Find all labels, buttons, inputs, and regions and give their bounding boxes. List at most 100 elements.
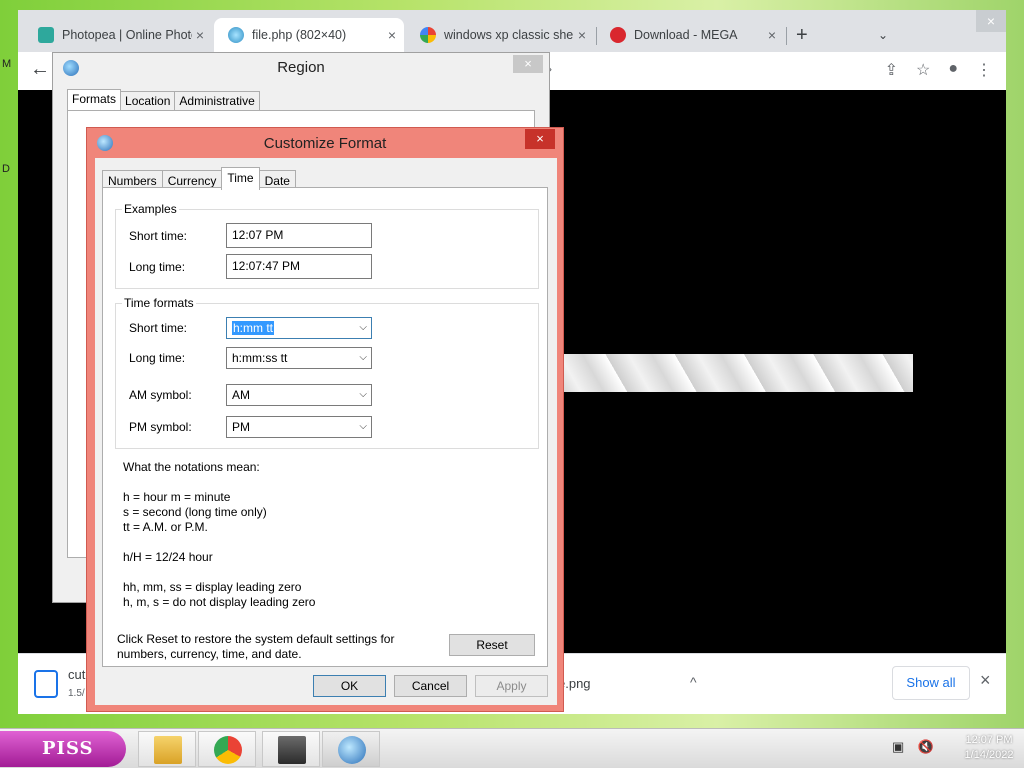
globe-icon [228, 27, 244, 43]
notation-line: h = hour m = minute [123, 490, 231, 504]
new-tab-button[interactable]: + [796, 24, 808, 47]
chevron-up-icon[interactable]: ^ [690, 674, 697, 690]
profile-icon[interactable]: ● [948, 60, 958, 80]
group-title: Time formats [122, 296, 196, 310]
combo-value: h:mm:ss tt [232, 351, 288, 365]
globe-clock-icon [63, 60, 79, 76]
close-icon[interactable]: × [578, 18, 586, 52]
reset-description: Click Reset to restore the system defaul… [117, 632, 395, 661]
close-button[interactable]: × [513, 55, 543, 73]
chevron-down-icon[interactable]: ⌵ [359, 417, 367, 437]
tab-label: windows xp classic shell [444, 28, 574, 42]
pm-symbol-select[interactable]: PM ⌵ [226, 416, 372, 438]
dialog-title: Customize Format [263, 135, 387, 152]
examples-group: Examples Short time: 12:07 PM Long time:… [115, 202, 539, 289]
tab-location[interactable]: Location [120, 91, 176, 112]
notation-line: hh, mm, ss = display leading zero [123, 580, 302, 594]
share-icon[interactable]: ⇪ [885, 60, 898, 80]
tab-label: file.php (802×40) [252, 28, 347, 42]
pm-symbol-label: PM symbol: [129, 420, 192, 434]
toolbar-icons: ⇪ ☆ ● ⋮ [885, 60, 992, 80]
photopea-icon [38, 27, 54, 43]
close-icon[interactable]: × [980, 670, 991, 691]
tab-photopea[interactable]: Photopea | Online Photo × [24, 18, 212, 52]
tab-mega[interactable]: Download - MEGA × [596, 18, 784, 52]
tab-administrative[interactable]: Administrative [174, 91, 260, 112]
desktop-icon-label: M [2, 58, 12, 70]
am-symbol-select[interactable]: AM ⌵ [226, 384, 372, 406]
computer-network-icon [278, 736, 306, 764]
globe-clock-icon [338, 736, 366, 764]
combo-value: AM [232, 388, 250, 402]
volume-muted-icon[interactable]: 🔇 [918, 739, 934, 754]
am-symbol-label: AM symbol: [129, 388, 192, 402]
network-icon[interactable]: ▣ [892, 739, 904, 754]
chevron-down-icon[interactable]: ⌵ [359, 318, 367, 338]
notation-line: tt = A.M. or P.M. [123, 520, 208, 534]
long-time-format-select[interactable]: h:mm:ss tt ⌵ [226, 347, 372, 369]
clock-time: 12:07 PM [965, 734, 1013, 746]
start-button[interactable]: PISS [0, 731, 126, 767]
combo-value: PM [232, 420, 250, 434]
tab-separator [786, 27, 787, 45]
bookmark-star-icon[interactable]: ☆ [916, 60, 930, 80]
combo-value: h:mm tt [232, 321, 275, 335]
taskbar-network[interactable] [262, 731, 320, 767]
menu-icon[interactable]: ⋮ [976, 60, 992, 80]
start-label: PISS [42, 738, 94, 759]
apply-button: Apply [475, 675, 548, 697]
group-title: Examples [122, 202, 179, 216]
tab-time[interactable]: Time [221, 167, 260, 190]
dialog-client: Numbers Currency Time Date Examples Shor… [95, 158, 557, 705]
folder-icon [154, 736, 182, 764]
time-tab-panel: Examples Short time: 12:07 PM Long time:… [102, 187, 548, 667]
close-icon[interactable]: × [388, 18, 396, 52]
customize-format-dialog: Customize Format × Numbers Currency Time… [86, 127, 564, 712]
mega-icon [610, 27, 626, 43]
chrome-icon [214, 736, 242, 764]
notations-heading: What the notations mean: [123, 460, 260, 474]
close-icon[interactable]: × [196, 18, 204, 52]
back-button[interactable]: ← [30, 58, 50, 81]
notation-line: h/H = 12/24 hour [123, 550, 213, 564]
long-time-label: Long time: [129, 351, 186, 365]
tab-formats[interactable]: Formats [67, 89, 122, 110]
taskbar: PISS ▣ 🔇 12:07 PM 1/14/2022 [0, 728, 1024, 768]
short-time-label: Short time: [129, 321, 188, 335]
long-time-example: 12:07:47 PM [226, 254, 372, 279]
download-progress: 1.5/ [68, 688, 85, 699]
cancel-button[interactable]: Cancel [394, 675, 467, 697]
taskbar-chrome[interactable] [198, 731, 256, 767]
short-time-format-select[interactable]: h:mm tt ⌵ [226, 317, 372, 339]
tab-google[interactable]: windows xp classic shell × [406, 18, 594, 52]
window-close-button[interactable]: × [976, 10, 1006, 32]
dialog-title: Region [53, 53, 549, 83]
notation-line: h, m, s = do not display leading zero [123, 595, 316, 609]
clock[interactable]: 12:07 PM 1/14/2022 [958, 733, 1020, 763]
google-icon [420, 27, 436, 43]
short-time-example: 12:07 PM [226, 223, 372, 248]
notation-line: s = second (long time only) [123, 505, 267, 519]
reset-button[interactable]: Reset [449, 634, 535, 656]
tab-label: Download - MEGA [634, 28, 738, 42]
time-formats-group: Time formats Short time: h:mm tt ⌵ Long … [115, 296, 539, 449]
chevron-down-icon[interactable]: ⌵ [359, 348, 367, 368]
tab-file-php[interactable]: file.php (802×40) × [214, 18, 404, 52]
chevron-down-icon[interactable]: ⌵ [359, 385, 367, 405]
short-time-label: Short time: [129, 229, 188, 243]
file-icon [34, 670, 58, 698]
ok-button[interactable]: OK [313, 675, 386, 697]
long-time-label: Long time: [129, 260, 186, 274]
clock-date: 1/14/2022 [964, 749, 1014, 761]
tab-search-icon[interactable]: ⌄ [878, 28, 888, 42]
taskbar-explorer[interactable] [138, 731, 196, 767]
taskbar-region[interactable] [322, 731, 380, 767]
close-icon[interactable]: × [768, 18, 776, 52]
tab-label: Photopea | Online Photo [62, 28, 192, 42]
system-tray: ▣ 🔇 [892, 739, 934, 755]
download-filename[interactable]: cut [68, 667, 85, 682]
close-button[interactable]: × [525, 129, 555, 149]
image-strip [558, 354, 913, 392]
region-tabs: Formats Location Administrative [67, 89, 260, 112]
show-all-button[interactable]: Show all [892, 666, 970, 700]
